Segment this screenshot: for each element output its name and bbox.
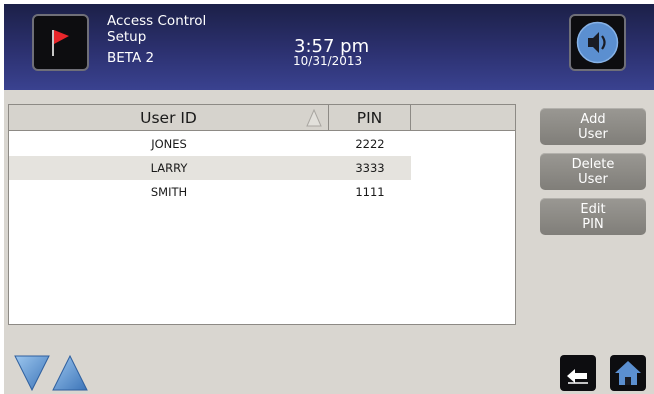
user-id-cell: JONES [151,137,187,151]
pin-cell: 1111 [355,185,385,199]
screen-title-line2: Setup [107,29,147,45]
edit-pin-button[interactable]: Edit PIN [540,198,646,235]
scroll-up-icon[interactable] [52,354,90,392]
user-id-cell: LARRY [150,161,188,175]
speaker-icon [576,21,619,64]
user-table: User ID PIN JONES 2222 LARRY 3333 SMITH … [8,104,516,325]
add-user-label-line2: User [578,126,608,142]
table-row[interactable]: JONES 2222 [9,132,411,156]
back-arrow-icon [567,369,588,384]
clock-date: 10/31/2013 [293,54,363,68]
flag-button[interactable] [32,14,89,71]
speaker-button[interactable] [569,14,626,71]
scroll-down-icon[interactable] [14,354,52,392]
edit-pin-label-line2: PIN [582,216,604,232]
home-icon [615,361,641,385]
column-header-pin[interactable]: PIN [329,105,411,131]
screen-subtitle: BETA 2 [107,50,155,66]
sort-ascending-icon[interactable] [306,109,322,127]
column-header-empty [411,105,515,131]
home-button[interactable] [610,355,646,391]
back-button[interactable] [560,355,596,391]
table-header: User ID PIN [9,105,515,131]
user-id-cell: SMITH [150,185,188,199]
screen-title-line1: Access Control [107,13,207,29]
delete-user-label-line1: Delete [571,156,615,172]
red-flag-icon [52,30,69,56]
add-user-button[interactable]: Add User [540,108,646,145]
add-user-label-line1: Add [580,111,606,127]
pin-cell: 3333 [355,161,385,175]
column-header-user-id[interactable]: User ID [9,105,329,131]
header-bar: Access Control Setup BETA 2 3:57 pm 10/3… [4,4,654,90]
table-row-selected[interactable]: LARRY 3333 [9,156,411,180]
pin-cell: 2222 [355,137,385,151]
table-row[interactable]: SMITH 1111 [9,180,411,204]
edit-pin-label-line1: Edit [580,201,606,217]
delete-user-button[interactable]: Delete User [540,153,646,190]
device-screen: Access Control Setup BETA 2 3:57 pm 10/3… [4,4,654,394]
delete-user-label-line2: User [578,171,608,187]
